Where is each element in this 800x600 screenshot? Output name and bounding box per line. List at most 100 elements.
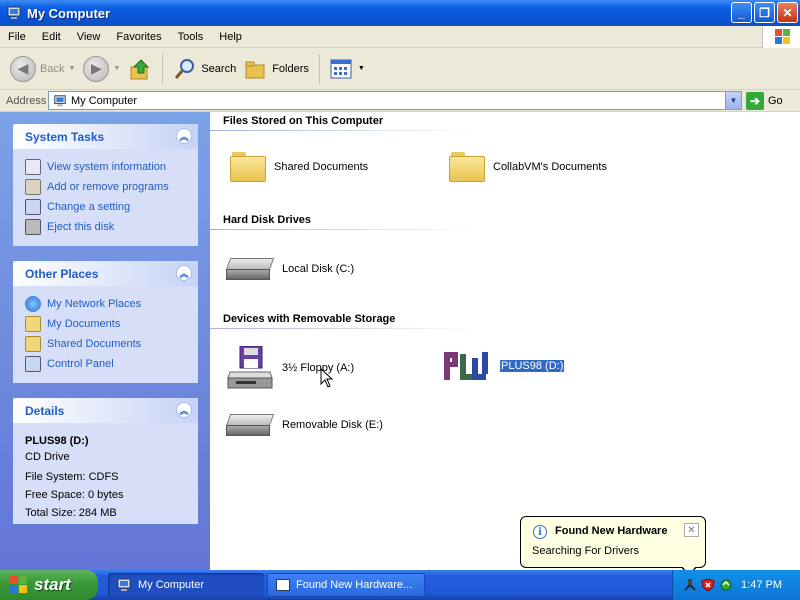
control-panel-icon: [25, 199, 41, 215]
collapse-icon[interactable]: ︽: [176, 128, 192, 144]
details-header[interactable]: Details ︽: [13, 398, 198, 423]
system-tray: 1:47 PM: [672, 570, 800, 600]
minimize-button[interactable]: _: [731, 2, 752, 23]
my-documents-link[interactable]: My Documents: [25, 314, 198, 334]
taskbar-my-computer[interactable]: My Computer: [108, 573, 264, 597]
system-info-icon: [25, 159, 41, 175]
title-bar[interactable]: My Computer _ ❐ ✕: [0, 0, 800, 26]
details-free-space: Free Space: 0 bytes: [25, 489, 124, 501]
network-globe-icon: [25, 296, 41, 312]
start-button[interactable]: start: [0, 570, 98, 600]
windows-logo-icon: [762, 26, 800, 48]
shared-documents-item[interactable]: Shared Documents: [230, 152, 368, 182]
view-system-info-link[interactable]: View system information: [25, 157, 198, 177]
add-remove-programs-link[interactable]: Add or remove programs: [25, 177, 198, 197]
maximize-button[interactable]: ❐: [754, 2, 775, 23]
group-header-files: Files Stored on This Computer: [223, 115, 384, 127]
details-title: Details: [25, 403, 65, 418]
link-label: My Documents: [47, 318, 121, 330]
back-label: Back: [40, 62, 65, 75]
menu-file[interactable]: File: [0, 31, 34, 43]
system-tasks-header[interactable]: System Tasks ︽: [13, 124, 198, 149]
clock[interactable]: 1:47 PM: [741, 579, 782, 591]
chevron-down-icon[interactable]: ▼: [68, 65, 75, 72]
back-arrow-icon: ◀: [10, 55, 36, 82]
floppy-a-item[interactable]: 3½ Floppy (A:): [226, 345, 354, 390]
other-places-panel: Other Places ︽ My Network Places My Docu…: [13, 261, 198, 383]
floppy-drive-icon: [226, 345, 274, 390]
window-icon: [276, 579, 290, 591]
my-network-places-link[interactable]: My Network Places: [25, 294, 198, 314]
details-total-size: Total Size: 284 MB: [25, 507, 117, 519]
chevron-down-icon[interactable]: ▼: [113, 65, 120, 72]
system-tasks-panel: System Tasks ︽ View system information A…: [13, 124, 198, 246]
group-header-hdd: Hard Disk Drives: [223, 214, 312, 226]
documents-folder-icon: [25, 316, 41, 332]
taskbar-found-new-hardware[interactable]: Found New Hardware...: [267, 573, 425, 597]
chevron-down-icon[interactable]: ▼: [358, 65, 365, 72]
close-icon[interactable]: ✕: [684, 523, 699, 537]
control-panel-link[interactable]: Control Panel: [25, 354, 198, 374]
menu-favorites[interactable]: Favorites: [108, 31, 169, 43]
views-button[interactable]: ▼: [326, 51, 369, 87]
details-file-system: File System: CDFS: [25, 471, 119, 483]
mouse-cursor-icon: [320, 368, 334, 388]
search-button[interactable]: Search: [169, 51, 240, 87]
hardware-icon[interactable]: [683, 578, 697, 592]
hard-disk-icon: [225, 256, 275, 282]
menu-help[interactable]: Help: [211, 31, 250, 43]
up-folder-icon: [130, 58, 150, 79]
folder-icon: [230, 152, 266, 182]
windows-flag-icon: [10, 576, 28, 594]
address-field[interactable]: My Computer ▼: [48, 91, 742, 110]
item-label: Removable Disk (E:): [282, 419, 383, 431]
chevron-down-icon[interactable]: ▼: [725, 92, 741, 109]
link-label: Change a setting: [47, 201, 131, 213]
link-label: Shared Documents: [47, 338, 142, 350]
item-label: Shared Documents: [274, 161, 369, 173]
other-places-title: Other Places: [25, 266, 99, 281]
group-divider: [210, 130, 480, 131]
toolbar: ◀ Back ▼ ▶ ▼ Search Folders ▼: [0, 48, 800, 90]
eject-disk-link[interactable]: Eject this disk: [25, 217, 198, 237]
system-tasks-title: System Tasks: [25, 129, 105, 144]
menu-edit[interactable]: Edit: [34, 31, 69, 43]
info-icon: i: [533, 525, 547, 539]
folder-icon: [25, 336, 41, 352]
security-shield-icon[interactable]: [701, 578, 715, 592]
views-icon: [330, 59, 352, 78]
computer-icon: [54, 94, 66, 106]
address-label: Address: [6, 94, 47, 107]
other-places-header[interactable]: Other Places ︽: [13, 261, 198, 286]
forward-button[interactable]: ▶ ▼: [79, 51, 124, 87]
shared-documents-link[interactable]: Shared Documents: [25, 334, 198, 354]
local-disk-c-item[interactable]: Local Disk (C:): [225, 256, 354, 282]
plus98-d-item[interactable]: PLUS98 (D:): [442, 350, 565, 382]
link-label: Control Panel: [47, 358, 114, 370]
plus98-cd-icon: [442, 350, 492, 382]
update-icon[interactable]: [719, 578, 733, 592]
collabvm-documents-item[interactable]: CollabVM's Documents: [449, 152, 607, 182]
computer-icon: [7, 6, 21, 19]
removable-disk-e-item[interactable]: Removable Disk (E:): [225, 412, 383, 438]
item-label: CollabVM's Documents: [493, 161, 607, 173]
computer-icon: [117, 578, 131, 591]
change-setting-link[interactable]: Change a setting: [25, 197, 198, 217]
collapse-icon[interactable]: ︽: [176, 402, 192, 418]
link-label: My Network Places: [47, 298, 142, 310]
back-button[interactable]: ◀ Back ▼: [6, 51, 79, 87]
task-label: My Computer: [138, 579, 205, 591]
toolbar-separator: [318, 53, 320, 84]
balloon-text: Searching For Drivers: [532, 545, 639, 557]
found-new-hardware-balloon[interactable]: i Found New Hardware ✕ Searching For Dri…: [520, 516, 706, 577]
window-title: My Computer: [27, 5, 111, 21]
group-header-removable: Devices with Removable Storage: [223, 313, 396, 325]
folders-button[interactable]: Folders: [240, 51, 313, 87]
go-button[interactable]: ➔ Go: [746, 91, 783, 110]
details-panel: Details ︽ PLUS98 (D:) CD Drive File Syst…: [13, 398, 198, 524]
menu-tools[interactable]: Tools: [170, 31, 212, 43]
up-button[interactable]: [124, 51, 156, 87]
close-button[interactable]: ✕: [777, 2, 798, 23]
menu-view[interactable]: View: [69, 31, 109, 43]
collapse-icon[interactable]: ︽: [176, 265, 192, 281]
